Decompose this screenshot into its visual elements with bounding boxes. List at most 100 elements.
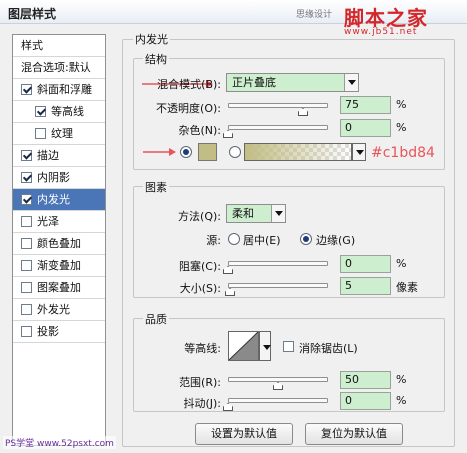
choke-input[interactable]: 0 — [340, 255, 391, 273]
style-checkbox[interactable] — [21, 238, 32, 249]
style-list-label: 图案叠加 — [37, 281, 81, 294]
jitter-slider-track[interactable] — [228, 398, 328, 403]
style-list-item[interactable]: 等高线 — [13, 101, 105, 123]
blend-mode-select[interactable]: 正片叠底 — [226, 73, 359, 92]
style-list-item[interactable]: 颜色叠加 — [13, 233, 105, 255]
style-list-label: 颜色叠加 — [37, 237, 81, 250]
choke-unit: % — [396, 257, 407, 270]
color-hex-annotation: #c1bd84 — [371, 145, 435, 161]
style-list-item[interactable]: 内发光 — [13, 189, 105, 211]
contour-label: 等高线: — [184, 342, 221, 355]
style-list-item[interactable]: 光泽 — [13, 211, 105, 233]
gradient-preview[interactable] — [244, 143, 352, 161]
quality-title: 品质 — [143, 311, 169, 327]
noise-unit: % — [396, 121, 407, 134]
footer-watermark: PS学堂 www.52psxt.com — [3, 436, 116, 449]
source-label: 源: — [206, 234, 221, 247]
elements-title: 图素 — [143, 179, 169, 195]
opacity-input[interactable]: 75 — [340, 96, 391, 114]
section-title: 内发光 — [133, 31, 170, 47]
contour-curve-icon — [228, 331, 259, 361]
glow-color-swatch[interactable] — [198, 143, 217, 161]
style-list-item[interactable]: 内阴影 — [13, 167, 105, 189]
blend-mode-label: 混合模式(B): — [157, 78, 221, 91]
style-checkbox[interactable] — [21, 194, 32, 205]
style-checkbox[interactable] — [21, 84, 32, 95]
style-checkbox[interactable] — [21, 150, 32, 161]
gradient-radio[interactable] — [229, 146, 241, 158]
style-list-item[interactable]: 样式 — [13, 35, 105, 57]
gradient-dropdown[interactable] — [352, 143, 366, 161]
opacity-slider-track[interactable] — [228, 103, 328, 108]
noise-slider-track[interactable] — [228, 125, 328, 130]
watermark-text: 思缘设计 — [296, 10, 333, 20]
style-checkbox[interactable] — [21, 326, 32, 337]
size-label: 大小(S): — [179, 282, 221, 295]
style-list-item[interactable]: 外发光 — [13, 299, 105, 321]
size-input[interactable]: 5 — [340, 277, 391, 295]
reset-default-button[interactable]: 复位为默认值 — [305, 423, 403, 445]
source-center-label: 居中(E) — [243, 234, 281, 247]
source-edge-radio[interactable] — [300, 233, 312, 245]
style-list-item[interactable]: 斜面和浮雕 — [13, 79, 105, 101]
solid-color-radio[interactable] — [180, 146, 192, 158]
chevron-down-icon — [271, 205, 285, 222]
style-list-label: 等高线 — [51, 105, 84, 118]
style-list-item[interactable]: 混合选项:默认 — [13, 57, 105, 79]
structure-title: 结构 — [143, 51, 169, 67]
source-edge-label: 边缘(G) — [316, 234, 356, 247]
source-center-radio[interactable] — [228, 233, 240, 245]
range-slider-track[interactable] — [228, 377, 328, 382]
jitter-unit: % — [396, 394, 407, 407]
technique-label: 方法(Q): — [178, 210, 221, 223]
anti-alias-checkbox[interactable] — [283, 341, 294, 352]
jitter-label: 抖动(J): — [183, 397, 221, 410]
style-list-label: 渐变叠加 — [37, 259, 81, 272]
range-unit: % — [396, 373, 407, 386]
style-list-item[interactable]: 投影 — [13, 321, 105, 343]
opacity-label: 不透明度(O): — [156, 102, 221, 115]
choke-label: 阻塞(C): — [179, 260, 221, 273]
noise-input[interactable]: 0 — [340, 119, 391, 137]
range-input[interactable]: 50 — [340, 371, 391, 389]
window-title: 图层样式 — [8, 7, 57, 21]
style-checkbox[interactable] — [21, 172, 32, 183]
style-checkbox[interactable] — [21, 282, 32, 293]
chevron-down-icon — [260, 339, 271, 356]
style-list-item[interactable]: 纹理 — [13, 123, 105, 145]
contour-preview[interactable] — [228, 331, 259, 361]
style-list-item[interactable]: 描边 — [13, 145, 105, 167]
style-list-label: 样式 — [21, 39, 43, 52]
chevron-down-icon — [353, 144, 365, 160]
make-default-button[interactable]: 设置为默认值 — [195, 423, 293, 445]
blend-mode-value: 正片叠底 — [232, 76, 276, 89]
arrow-annotation-icon — [143, 148, 176, 156]
style-checkbox[interactable] — [21, 260, 32, 271]
opacity-unit: % — [396, 98, 407, 111]
style-list-label: 内发光 — [37, 193, 70, 206]
range-label: 范围(R): — [179, 376, 221, 389]
style-list-label: 纹理 — [51, 127, 73, 140]
jitter-input[interactable]: 0 — [340, 392, 391, 410]
style-list-label: 混合选项:默认 — [21, 61, 91, 74]
style-list-item[interactable]: 图案叠加 — [13, 277, 105, 299]
size-slider-track[interactable] — [228, 283, 328, 288]
style-list-item[interactable]: 渐变叠加 — [13, 255, 105, 277]
noise-label: 杂色(N): — [178, 124, 221, 137]
style-list-label: 外发光 — [37, 303, 70, 316]
style-checkbox[interactable] — [35, 128, 46, 139]
style-list-label: 光泽 — [37, 215, 59, 228]
anti-alias-label: 消除锯齿(L) — [299, 342, 358, 355]
style-checkbox[interactable] — [21, 304, 32, 315]
style-list-label: 描边 — [37, 149, 59, 162]
technique-select[interactable]: 柔和 — [226, 204, 286, 223]
choke-slider-track[interactable] — [228, 261, 328, 266]
style-list-label: 投影 — [37, 325, 59, 338]
style-list-label: 内阴影 — [37, 171, 70, 184]
technique-value: 柔和 — [232, 207, 254, 220]
style-checkbox[interactable] — [35, 106, 46, 117]
styles-list: 样式混合选项:默认斜面和浮雕等高线纹理描边内阴影内发光光泽颜色叠加渐变叠加图案叠… — [12, 34, 106, 446]
style-list-label: 斜面和浮雕 — [37, 83, 92, 96]
style-checkbox[interactable] — [21, 216, 32, 227]
contour-dropdown[interactable] — [259, 331, 271, 361]
